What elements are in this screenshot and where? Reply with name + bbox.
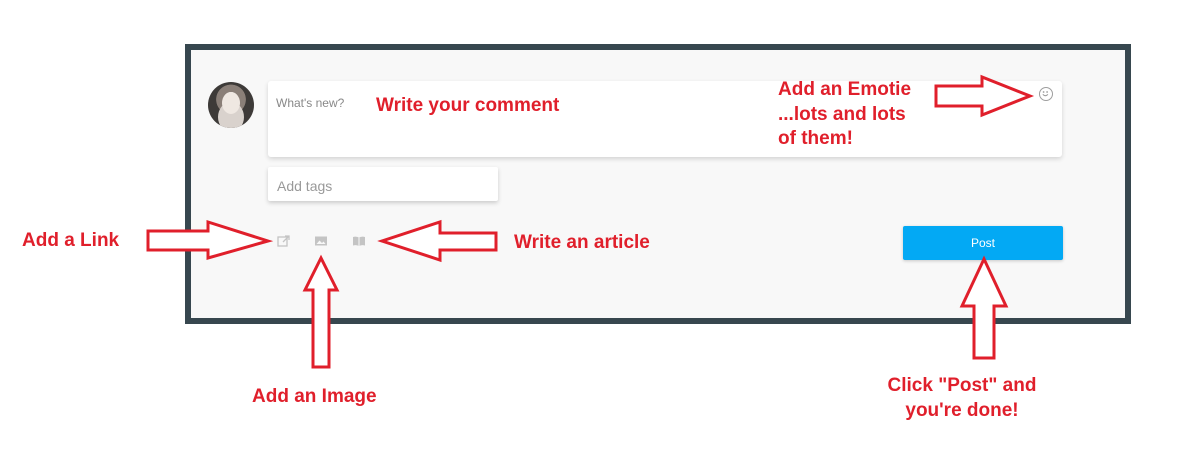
arrow-to-article [377, 219, 498, 263]
arrow-to-image [302, 254, 340, 369]
annotation-arrows [146, 74, 1035, 369]
arrow-to-link [146, 219, 274, 260]
arrow-to-emoji [934, 74, 1035, 118]
arrow-to-post [959, 255, 1009, 360]
